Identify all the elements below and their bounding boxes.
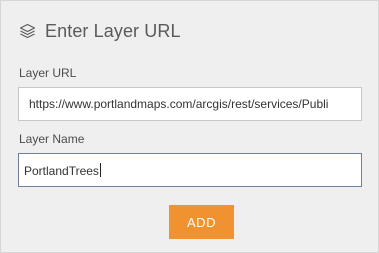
layer-name-label: Layer Name: [19, 132, 85, 146]
panel-header: Enter Layer URL: [18, 18, 181, 44]
layer-name-value: PortlandTrees: [24, 163, 99, 178]
layer-url-input[interactable]: https://www.portlandmaps.com/arcgis/rest…: [18, 87, 362, 121]
panel-title: Enter Layer URL: [45, 20, 181, 41]
layers-icon: [18, 22, 37, 41]
add-button[interactable]: ADD: [169, 205, 234, 239]
enter-layer-url-panel: Enter Layer URL Layer URL https://www.po…: [0, 0, 379, 253]
layer-name-input[interactable]: PortlandTrees: [18, 153, 362, 187]
layer-url-label: Layer URL: [19, 66, 77, 80]
layer-url-value: https://www.portlandmaps.com/arcgis/rest…: [29, 97, 329, 111]
